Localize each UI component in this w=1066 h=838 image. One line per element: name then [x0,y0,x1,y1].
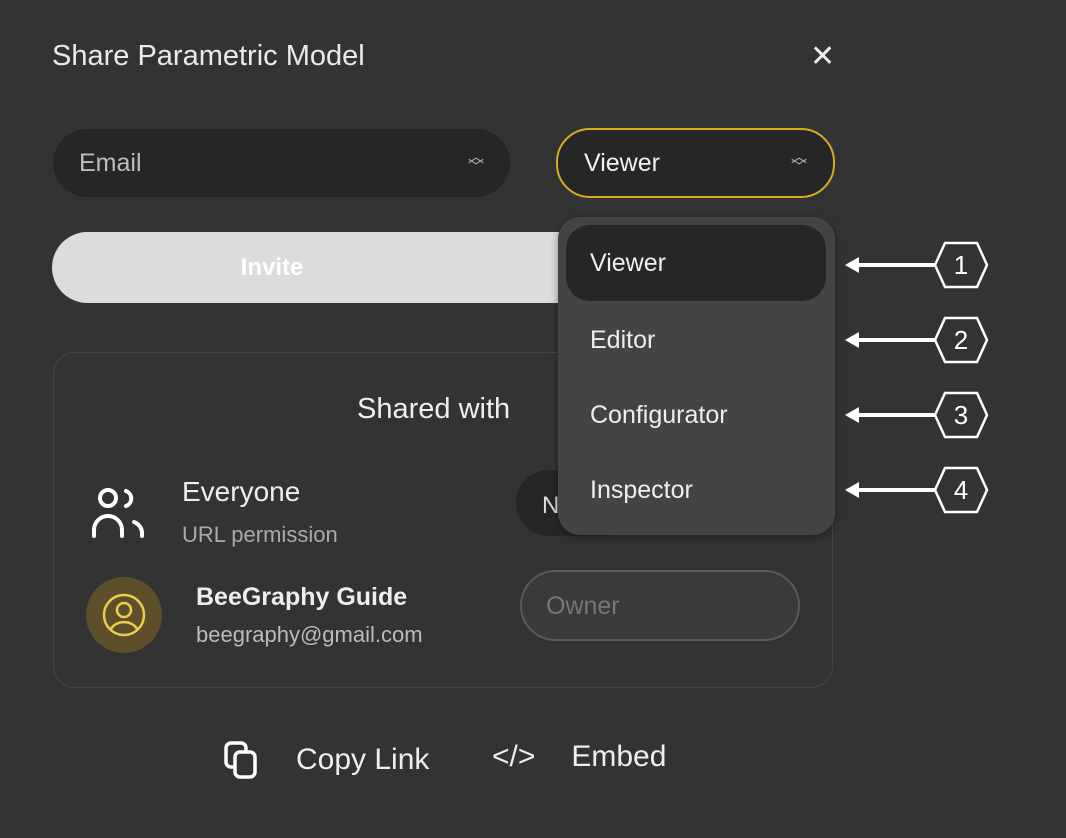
dialog-title: Share Parametric Model [52,40,365,72]
annotation-number: 2 [954,325,968,355]
shared-heading: Shared with [357,393,511,425]
email-placeholder: Email [79,148,142,177]
role-value: Viewer [584,148,660,177]
annotation-callout: 2 [845,315,990,365]
copy-link-label: Copy Link [296,743,430,776]
menu-item-inspector[interactable]: Inspector [566,452,826,528]
users-icon [92,488,144,538]
annotation-callout: 3 [845,390,990,440]
annotation-number: 4 [954,475,968,505]
user-email: beegraphy@gmail.com [196,622,423,647]
embed-label: Embed [571,740,667,773]
close-icon[interactable]: ✕ [810,40,835,74]
annotation-callout: 1 [845,240,990,290]
user-name: BeeGraphy Guide [196,583,408,611]
arrow-icon: 4 [845,466,989,514]
copy-icon [224,741,257,779]
menu-item-configurator[interactable]: Configurator [566,377,826,453]
role-select[interactable]: Viewer ︿ ﹀ [556,128,835,198]
arrow-icon: 1 [845,241,989,289]
user-circle-icon [102,593,146,637]
annotation-number: 3 [954,400,968,430]
menu-item-editor[interactable]: Editor [566,302,826,378]
annotation-callout: 4 [845,465,990,515]
embed-button[interactable]: </> Embed [492,740,666,774]
email-field[interactable]: Email ︿ ﹀ [53,129,510,197]
menu-item-viewer[interactable]: Viewer [566,225,826,301]
chevron-updown-icon: ︿ ﹀ [790,149,807,176]
owner-role-field: Owner [520,570,800,641]
arrow-icon: 2 [845,316,989,364]
annotation-number: 1 [954,250,968,280]
copy-link-button[interactable]: Copy Link [222,740,429,780]
role-dropdown-menu: Viewer Editor Configurator Inspector [558,217,835,535]
everyone-label: Everyone [182,476,301,507]
avatar [86,577,162,653]
code-icon: </> [492,740,536,773]
url-permission-label: URL permission [182,522,338,547]
chevron-updown-icon: ︿ ﹀ [467,149,484,176]
arrow-icon: 3 [845,391,989,439]
